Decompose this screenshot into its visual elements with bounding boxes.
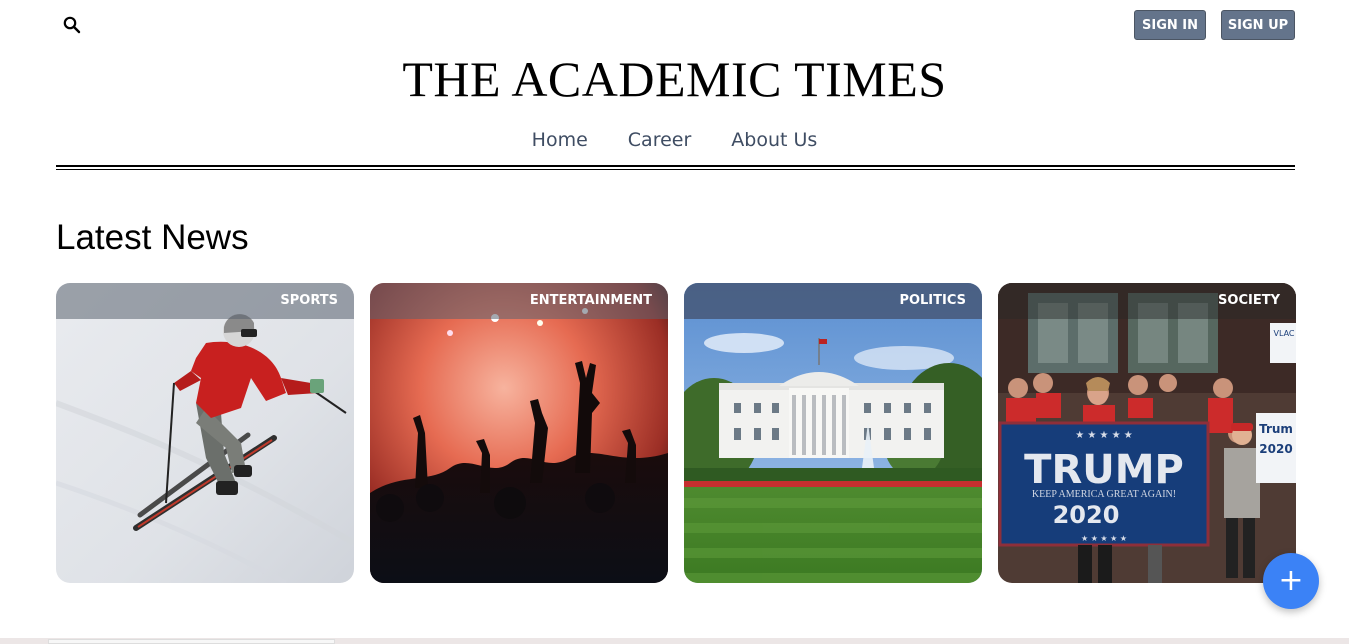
next-section-card-edge xyxy=(48,639,335,644)
nav-item-career[interactable]: Career xyxy=(628,127,692,153)
concert-photo xyxy=(370,283,668,583)
card-category-label: POLITICS xyxy=(899,293,966,308)
section-title: Latest News xyxy=(56,218,249,257)
skier-photo xyxy=(56,283,354,583)
header-divider-thin xyxy=(56,169,1295,170)
svg-text:★ ★ ★ ★ ★: ★ ★ ★ ★ ★ xyxy=(1081,534,1127,543)
main-nav: Home Career About Us xyxy=(0,127,1349,153)
banner-year-text: 2020 xyxy=(1053,501,1120,529)
news-card-politics[interactable]: POLITICS xyxy=(684,283,982,583)
nav-item-about-us[interactable]: About Us xyxy=(731,127,817,153)
card-category-label: SOCIETY xyxy=(1218,293,1280,308)
news-card-entertainment[interactable]: ENTERTAINMENT xyxy=(370,283,668,583)
rally-photo: ★ ★ ★ ★ ★ TRUMP KEEP AMERICA GREAT AGAIN… xyxy=(998,283,1296,583)
auth-buttons: SIGN IN SIGN UP xyxy=(1134,10,1295,40)
sign-up-button[interactable]: SIGN UP xyxy=(1221,10,1295,40)
nav-item-home[interactable]: Home xyxy=(532,127,588,153)
white-house-photo xyxy=(684,283,982,583)
news-card-sports[interactable]: SPORTS xyxy=(56,283,354,583)
search-button[interactable] xyxy=(60,13,84,37)
card-category-label: ENTERTAINMENT xyxy=(529,293,652,308)
add-button[interactable]: + xyxy=(1263,553,1319,609)
site-title[interactable]: THE ACADEMIC TIMES xyxy=(0,50,1349,108)
header-divider xyxy=(56,165,1295,167)
news-cards: SPORTS ENTERTAINMENT POLITICS ★ ★ ★ ★ ★ … xyxy=(56,283,1296,583)
side-sign-year: 2020 xyxy=(1259,442,1292,456)
banner-sub-text: KEEP AMERICA GREAT AGAIN! xyxy=(1032,489,1176,500)
search-icon xyxy=(63,16,81,34)
next-section-peek xyxy=(0,638,1349,644)
news-card-society[interactable]: ★ ★ ★ ★ ★ TRUMP KEEP AMERICA GREAT AGAIN… xyxy=(998,283,1296,583)
plus-icon: + xyxy=(1278,563,1304,598)
svg-text:★ ★ ★ ★ ★: ★ ★ ★ ★ ★ xyxy=(1075,430,1133,441)
sign-in-button[interactable]: SIGN IN xyxy=(1134,10,1206,40)
side-sign-text: Trum xyxy=(1259,422,1293,436)
top-sign-text: VLAC xyxy=(1273,329,1294,338)
card-category-label: SPORTS xyxy=(280,293,338,308)
banner-main-text: TRUMP xyxy=(1024,447,1184,493)
page: SIGN IN SIGN UP THE ACADEMIC TIMES Home … xyxy=(0,0,1349,644)
